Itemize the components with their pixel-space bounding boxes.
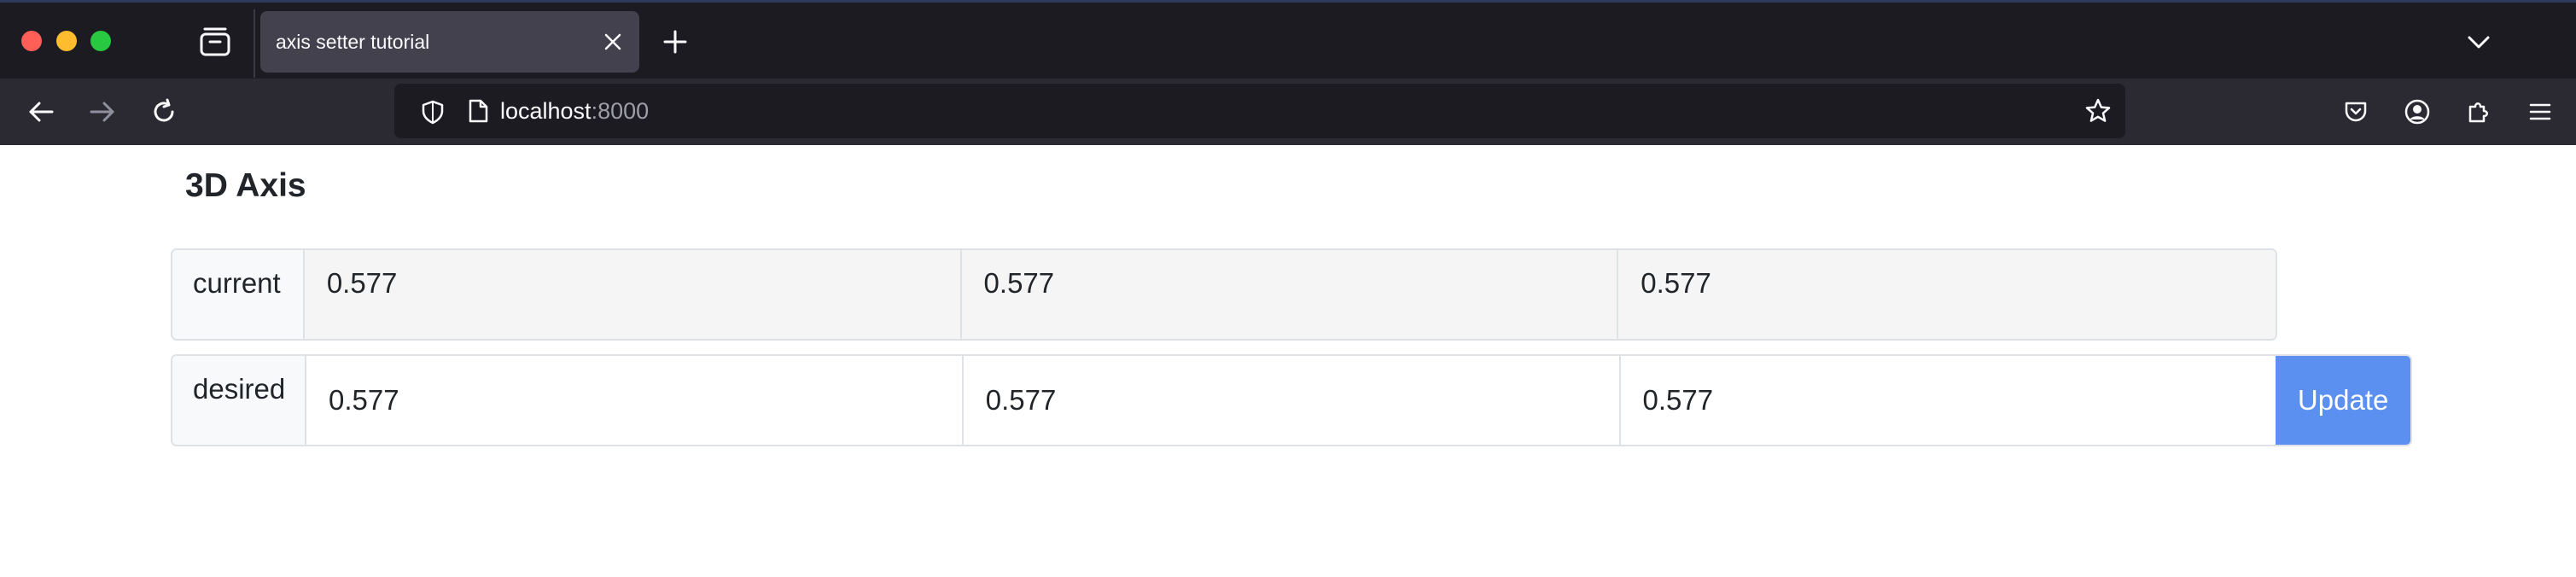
current-axis-row: current 0.577 0.577 0.577 <box>171 248 2277 341</box>
window-minimize-button[interactable] <box>56 31 77 51</box>
shield-icon[interactable] <box>420 99 446 125</box>
page-title: 3D Axis <box>185 167 306 204</box>
puzzle-icon <box>2468 102 2488 123</box>
hamburger-icon <box>2529 103 2551 120</box>
account-button[interactable] <box>2398 93 2436 131</box>
desired-y-cell <box>963 356 1621 445</box>
window-zoom-button[interactable] <box>90 31 111 51</box>
current-y-value: 0.577 <box>961 250 1619 339</box>
tab-strip: axis setter tutorial <box>0 0 2576 79</box>
current-label: current <box>172 250 305 339</box>
chevron-down-icon[interactable] <box>2465 28 2492 55</box>
arrow-left-icon <box>29 102 54 122</box>
pocket-button[interactable] <box>2337 93 2375 131</box>
tab-overview-icon[interactable] <box>198 26 232 57</box>
navigation-toolbar: localhost:8000 <box>0 79 2576 145</box>
extensions-button[interactable] <box>2460 93 2497 131</box>
close-icon[interactable] <box>602 31 624 53</box>
tab-title: axis setter tutorial <box>276 31 430 53</box>
desired-y-input[interactable] <box>985 384 1619 417</box>
reload-button[interactable] <box>145 93 183 131</box>
desired-label: desired <box>172 356 306 445</box>
window-close-button[interactable] <box>21 31 42 51</box>
desired-z-input[interactable] <box>1642 384 2276 417</box>
pocket-icon <box>2345 102 2367 122</box>
browser-tab[interactable]: axis setter tutorial <box>260 11 639 73</box>
star-icon[interactable] <box>2084 97 2112 125</box>
reload-icon <box>154 98 174 122</box>
url-host: localhost <box>500 98 592 124</box>
desired-x-cell <box>306 356 964 445</box>
back-button[interactable] <box>22 93 60 131</box>
desired-axis-row: desired Update <box>171 354 2412 446</box>
update-button[interactable]: Update <box>2276 356 2410 445</box>
desired-x-input[interactable] <box>329 384 962 417</box>
current-x-value: 0.577 <box>304 250 962 339</box>
plus-icon[interactable] <box>661 28 689 55</box>
tab-separator <box>254 9 255 78</box>
address-bar[interactable]: localhost:8000 <box>394 84 2125 138</box>
url-text[interactable]: localhost:8000 <box>500 84 649 138</box>
desired-z-cell <box>1620 356 2278 445</box>
page-icon[interactable] <box>466 98 490 124</box>
url-port: :8000 <box>591 98 650 124</box>
arrow-right-icon <box>90 102 114 122</box>
menu-button[interactable] <box>2521 93 2559 131</box>
account-icon <box>2404 99 2430 125</box>
current-z-value: 0.577 <box>1618 250 2276 339</box>
forward-button[interactable] <box>84 93 121 131</box>
